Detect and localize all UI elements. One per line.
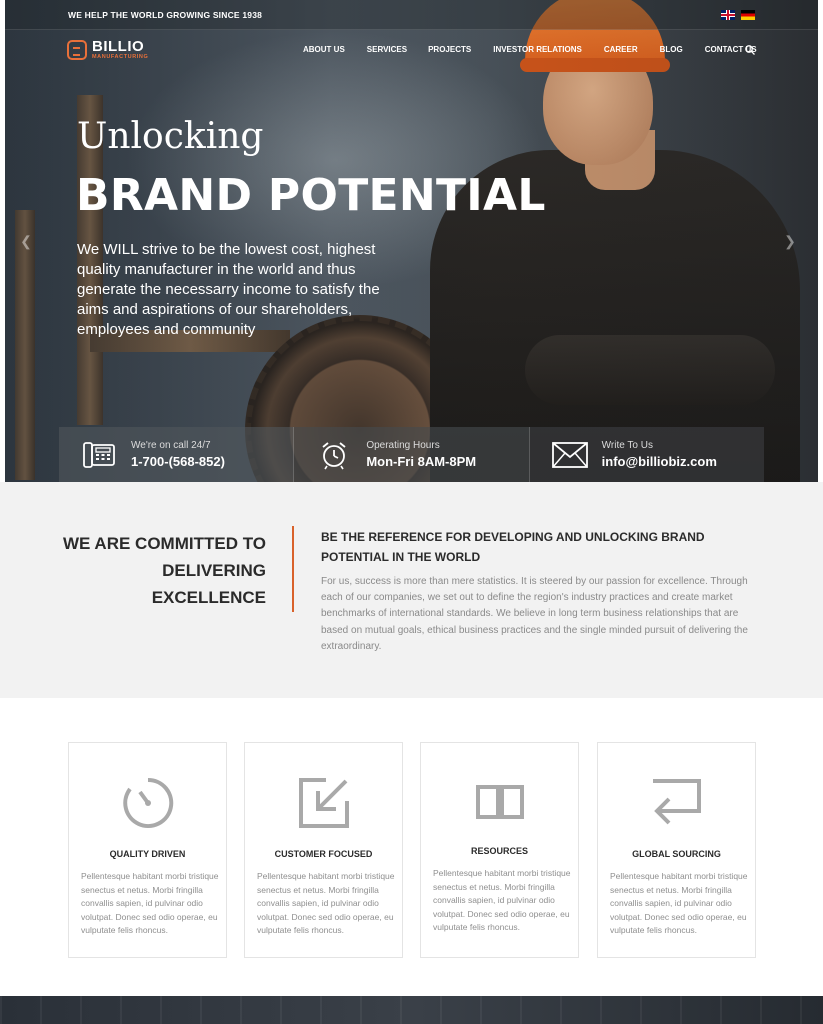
- nav-about-us[interactable]: ABOUT US: [303, 45, 345, 54]
- nav-projects[interactable]: PROJECTS: [428, 45, 471, 54]
- nav-investor-relations[interactable]: INVESTOR RELATIONS: [493, 45, 582, 54]
- logo-icon: [67, 39, 87, 60]
- feature-title: QUALITY DRIVEN: [109, 849, 186, 859]
- info-label: Write To Us: [601, 440, 653, 451]
- commitment-heading-line: WE ARE COMMITTED TO: [62, 534, 266, 553]
- feature-title: RESOURCES: [470, 846, 528, 856]
- accent-divider: [292, 526, 294, 612]
- return-arrow-icon: [652, 779, 701, 825]
- slider-next-arrow[interactable]: ❯: [781, 232, 799, 250]
- alarm-clock-icon: [316, 439, 352, 471]
- slider-prev-arrow[interactable]: ❮: [17, 232, 35, 250]
- feature-card-global-sourcing[interactable]: GLOBAL SOURCING Pellentesque habitant mo…: [597, 742, 756, 958]
- top-bar: WE HELP THE WORLD GROWING SINCE 1938: [5, 0, 818, 30]
- commitment-heading-line: EXCELLENCE: [151, 588, 266, 607]
- info-phone[interactable]: We're on call 24/7 1-700-(568-852): [59, 427, 295, 482]
- commitment-section: WE ARE COMMITTED TO DELIVERING EXCELLENC…: [0, 482, 823, 698]
- commitment-heading-line: DELIVERING: [162, 561, 266, 580]
- envelope-icon: [551, 439, 588, 471]
- gauge-icon: [122, 777, 173, 828]
- hero-title: BRAND POTENTIAL: [76, 170, 546, 221]
- brand-subtitle: MANUFACTURING: [92, 54, 149, 60]
- info-value: Mon-Fri 8AM-8PM: [366, 454, 477, 469]
- info-value: info@billiobiz.com: [601, 454, 717, 469]
- open-book-icon: [475, 785, 524, 819]
- nav-blog[interactable]: BLOG: [660, 45, 683, 54]
- feature-card-quality-driven[interactable]: QUALITY DRIVEN Pellentesque habitant mor…: [68, 742, 227, 958]
- nav-services[interactable]: SERVICES: [367, 45, 407, 54]
- commitment-heading: WE ARE COMMITTED TO DELIVERING EXCELLENC…: [40, 530, 266, 611]
- uk-flag-icon[interactable]: [721, 10, 735, 20]
- hero-kicker: Unlocking: [77, 116, 264, 157]
- brand-logo[interactable]: BILLIO MANUFACTURING: [67, 39, 148, 60]
- feature-title: GLOBAL SOURCING: [632, 849, 721, 859]
- brand-name: BILLIO: [92, 38, 145, 55]
- feature-card-customer-focused[interactable]: CUSTOMER FOCUSED Pellentesque habitant m…: [244, 742, 403, 958]
- commitment-body: For us, success is more than mere statis…: [321, 576, 748, 652]
- contact-info-bar: We're on call 24/7 1-700-(568-852) Opera…: [59, 427, 764, 482]
- info-label: Operating Hours: [366, 440, 440, 451]
- de-flag-icon[interactable]: [741, 10, 755, 20]
- hero-slider: WE HELP THE WORLD GROWING SINCE 1938 BIL…: [5, 0, 818, 482]
- next-section-background: [0, 996, 823, 1024]
- search-icon[interactable]: [744, 44, 756, 56]
- info-email[interactable]: Write To Us info@billiobiz.com: [529, 427, 764, 482]
- feature-text: Pellentesque habitant morbi tristique se…: [257, 871, 395, 935]
- info-label: We're on call 24/7: [131, 440, 211, 451]
- nav-career[interactable]: CAREER: [604, 45, 638, 54]
- feature-text: Pellentesque habitant morbi tristique se…: [433, 868, 571, 932]
- features-section: QUALITY DRIVEN Pellentesque habitant mor…: [68, 742, 756, 958]
- phone-icon: [81, 439, 117, 471]
- feature-text: Pellentesque habitant morbi tristique se…: [81, 871, 219, 935]
- feature-text: Pellentesque habitant morbi tristique se…: [610, 871, 748, 935]
- hero-description: We WILL strive to be the lowest cost, hi…: [77, 241, 380, 338]
- info-value: 1-700-(568-852): [131, 454, 225, 469]
- main-nav: ABOUT US SERVICES PROJECTS INVESTOR RELA…: [303, 45, 757, 54]
- tagline: WE HELP THE WORLD GROWING SINCE 1938: [68, 10, 263, 20]
- feature-card-resources[interactable]: RESOURCES Pellentesque habitant morbi tr…: [420, 742, 579, 958]
- info-hours[interactable]: Operating Hours Mon-Fri 8AM-8PM: [294, 427, 530, 482]
- commitment-subheading: BE THE REFERENCE FOR DEVELOPING AND UNLO…: [321, 530, 705, 564]
- arrow-in-box-icon: [298, 778, 349, 828]
- feature-title: CUSTOMER FOCUSED: [274, 849, 373, 859]
